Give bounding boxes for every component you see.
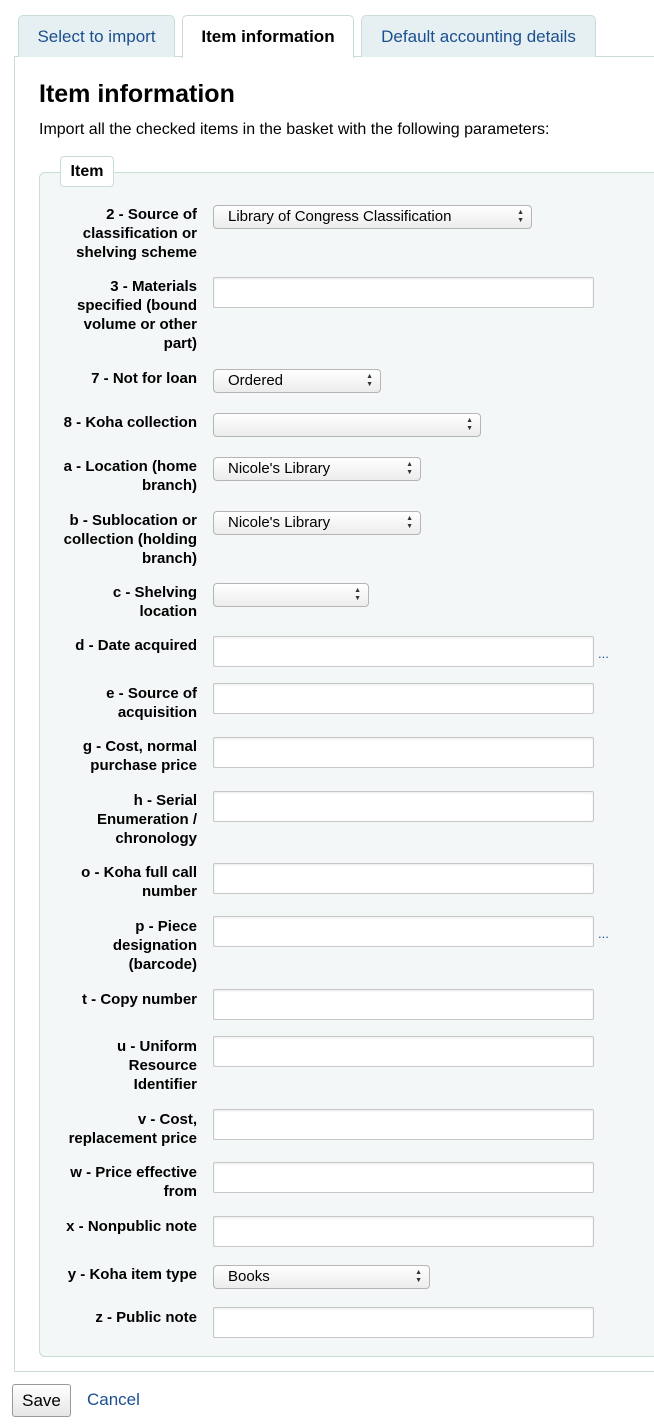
barcode-generator-link[interactable]: ... [598,926,609,941]
input-date-acquired[interactable] [213,636,594,667]
label-source-of-acquisition: e - Source of acquisition [106,685,197,721]
item-legend: Item [60,156,114,187]
input-price-effective-from[interactable] [213,1162,594,1193]
select-arrows-icon: ▲ ▼ [366,373,373,388]
input-materials-specified[interactable] [213,277,594,308]
label-cost-normal-purchase-price: g - Cost, normal purchase price [82,738,197,774]
select-arrows-icon: ▲ ▼ [354,587,361,602]
select-value: Library of Congress Classification [228,208,452,225]
input-piece-designation-barcode[interactable] [213,916,594,947]
label-koha-full-call-number: o - Koha full call number [81,864,197,900]
input-nonpublic-note[interactable] [213,1216,594,1247]
select-sublocation-holding-branch[interactable]: Nicole's Library ▲ ▼ [213,511,421,535]
select-arrows-icon: ▲ ▼ [406,461,413,476]
input-public-note[interactable] [213,1307,594,1338]
label-not-for-loan: 7 - Not for loan [91,370,197,387]
select-location-home-branch[interactable]: Nicole's Library ▲ ▼ [213,457,421,481]
select-value: Ordered [228,372,284,389]
tab-select-to-import[interactable]: Select to import [18,15,175,57]
label-uniform-resource-identifier: u - Uniform Resource Identifier [117,1038,197,1093]
label-serial-enumeration: h - Serial Enumeration / chronology [96,792,197,847]
label-piece-designation-barcode: p - Piece designation (barcode) [112,918,197,973]
tab-bar: Select to import Item information Defaul… [0,0,654,58]
input-serial-enumeration[interactable] [213,791,594,822]
label-date-acquired: d - Date acquired [75,637,197,654]
select-koha-collection[interactable]: ▲ ▼ [213,413,481,437]
select-value: Nicole's Library [228,460,331,477]
input-cost-normal-purchase-price[interactable] [213,737,594,768]
select-arrows-icon: ▲ ▼ [466,417,473,432]
select-source-of-classification[interactable]: Library of Congress Classification ▲ ▼ [213,205,532,229]
label-source-of-classification: 2 - Source of classification or shelving… [76,206,197,261]
select-koha-item-type[interactable]: Books ▲ ▼ [213,1265,430,1289]
intro-text: Import all the checked items in the bask… [39,121,550,138]
label-copy-number: t - Copy number [82,991,197,1008]
tab-item-information[interactable]: Item information [182,15,354,58]
select-value: Books [228,1268,270,1285]
label-koha-collection: 8 - Koha collection [63,414,197,431]
label-shelving-location: c - Shelving location [112,584,197,620]
input-source-of-acquisition[interactable] [213,683,594,714]
select-arrows-icon: ▲ ▼ [415,1269,422,1284]
input-copy-number[interactable] [213,989,594,1020]
select-value: Nicole's Library [228,514,331,531]
input-koha-full-call-number[interactable] [213,863,594,894]
cancel-link[interactable]: Cancel [87,1390,140,1410]
label-public-note: z - Public note [95,1309,197,1326]
select-arrows-icon: ▲ ▼ [517,209,524,224]
label-nonpublic-note: x - Nonpublic note [66,1218,197,1235]
input-cost-replacement-price[interactable] [213,1109,594,1140]
label-sublocation-holding-branch: b - Sublocation or collection (holding b… [63,512,197,567]
label-location-home-branch: a - Location (home branch) [63,458,197,494]
select-not-for-loan[interactable]: Ordered ▲ ▼ [213,369,381,393]
tab-default-accounting-details[interactable]: Default accounting details [361,15,596,57]
input-uniform-resource-identifier[interactable] [213,1036,594,1067]
date-picker-link[interactable]: ... [598,646,609,661]
label-price-effective-from: w - Price effective from [70,1164,197,1200]
page-title: Item information [39,80,235,108]
save-button[interactable]: Save [12,1384,71,1417]
label-koha-item-type: y - Koha item type [67,1266,197,1283]
select-shelving-location[interactable]: ▲ ▼ [213,583,369,607]
select-arrows-icon: ▲ ▼ [406,515,413,530]
label-cost-replacement-price: v - Cost, replacement price [68,1111,197,1147]
label-materials-specified: 3 - Materials specified (bound volume or… [77,278,197,352]
